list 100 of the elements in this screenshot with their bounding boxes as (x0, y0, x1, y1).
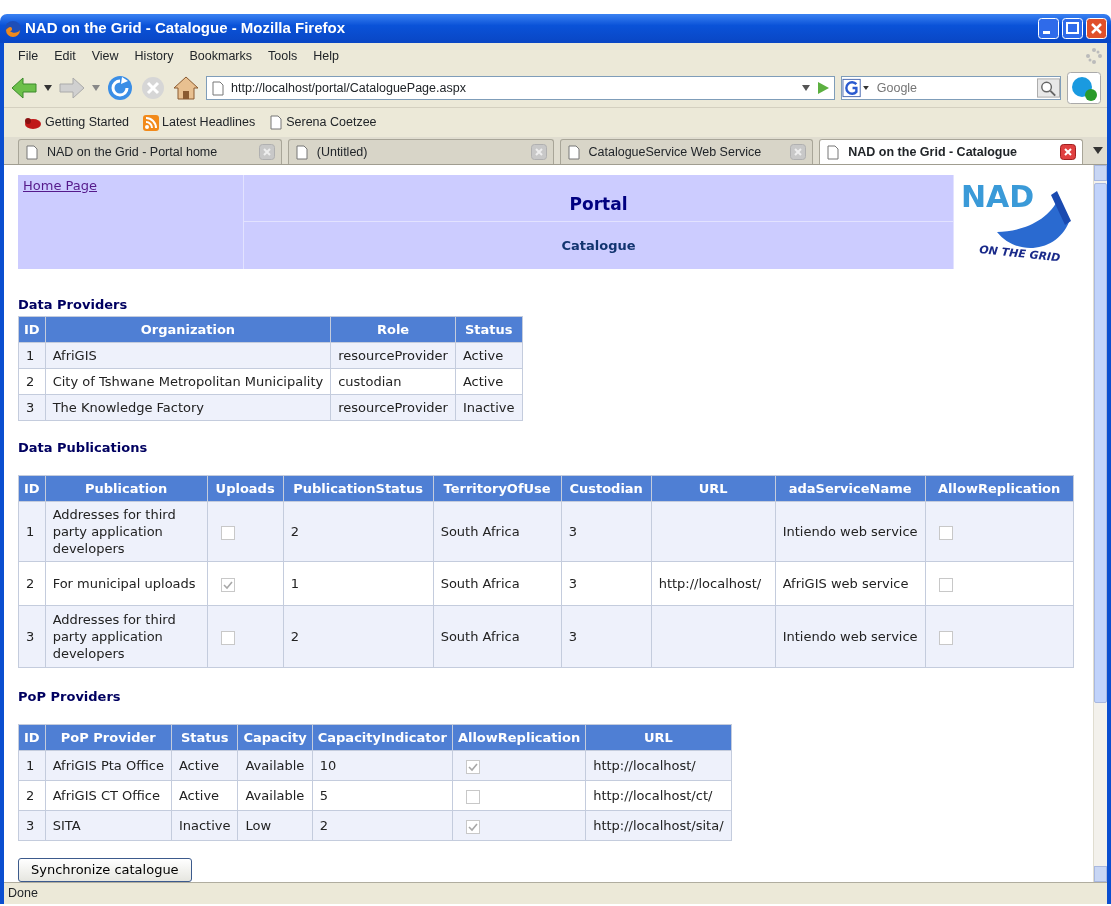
checkbox[interactable] (938, 525, 953, 540)
table-cell: For municipal uploads (45, 561, 208, 606)
checkbox[interactable] (465, 819, 480, 834)
table-cell: 3 (561, 605, 652, 668)
browser-tab[interactable]: NAD on the Grid - Catalogue (819, 139, 1084, 164)
table-cell: resourceProvider (330, 342, 456, 369)
bookmark-link[interactable]: Getting Started (24, 113, 130, 132)
maximize-button[interactable] (1062, 18, 1083, 39)
synchronize-button[interactable]: Synchronize catalogue (18, 858, 192, 882)
checkbox[interactable] (220, 525, 235, 540)
page-icon (294, 144, 309, 160)
menu-item[interactable]: Tools (260, 43, 306, 69)
checkbox[interactable] (465, 759, 480, 774)
table-cell: South Africa (433, 501, 562, 562)
checkbox[interactable] (938, 577, 953, 592)
table-cell: http://localhost/ (585, 750, 732, 781)
page-title: Portal (244, 175, 953, 222)
page-subtitle: Catalogue (560, 236, 637, 255)
table-cell: 3 (561, 501, 652, 562)
menu-item[interactable]: File (10, 43, 47, 69)
bookmark-icon (24, 115, 42, 130)
logo-drawing: NAD ON THE GRID (957, 177, 1077, 267)
window-title: NAD on the Grid - Catalogue - Mozilla Firefox (25, 18, 345, 39)
page-icon (826, 144, 841, 160)
search-engine-icon[interactable] (842, 78, 871, 98)
table-cell: The Knowledge Factory (45, 394, 331, 421)
checkbox[interactable] (465, 789, 480, 804)
menu-item[interactable]: Edit (46, 43, 84, 69)
table-cell: resourceProvider (330, 394, 456, 421)
dropdown-icon[interactable] (44, 85, 52, 91)
checkbox[interactable] (220, 630, 235, 645)
table-cell: SITA (45, 810, 172, 841)
table-cell: AfriGIS Pta Office (45, 750, 172, 781)
table-cell: Available (238, 750, 313, 781)
menu-item[interactable]: View (83, 43, 127, 69)
section-heading: Data Providers (18, 296, 129, 314)
table-cell: Intiendo web service (775, 605, 926, 668)
back-button[interactable] (10, 76, 38, 100)
firefox-icon (4, 19, 22, 38)
table-cell: South Africa (433, 561, 562, 606)
close-button[interactable] (1086, 18, 1107, 39)
table-cell: 1 (18, 501, 46, 562)
checkbox[interactable] (938, 630, 953, 645)
column-header: ID (18, 475, 46, 502)
table-cell: Addresses for third party application developers (45, 605, 208, 668)
table-cell: Active (455, 368, 523, 395)
bookmark-link[interactable]: Serena Coetzee (269, 113, 377, 132)
globe-icon[interactable] (1067, 72, 1101, 104)
column-header: adaServiceName (775, 475, 926, 502)
column-header: Organization (45, 316, 331, 343)
column-header: URL (585, 724, 732, 751)
table-cell: 3 (18, 810, 46, 841)
table-cell: http://localhost/sita/ (585, 810, 732, 841)
column-header: Capacity (238, 724, 313, 751)
table-cell: Inactive (171, 810, 238, 841)
menu-item[interactable]: Help (305, 43, 347, 69)
column-header: Status (171, 724, 238, 751)
table-cell: 2 (18, 368, 46, 395)
tab-list-icon[interactable] (1093, 147, 1103, 155)
scrollbar[interactable] (1093, 165, 1107, 882)
table-cell: 3 (18, 394, 46, 421)
search-box[interactable]: Google (841, 76, 1061, 100)
go-icon[interactable] (816, 81, 830, 95)
column-header: PublicationStatus (283, 475, 434, 502)
home-link[interactable]: Home Page (21, 175, 99, 197)
table-cell: custodian (330, 368, 456, 395)
page-icon (566, 144, 581, 160)
table-cell: AfriGIS CT Office (45, 780, 172, 811)
table-cell: 2 (18, 780, 46, 811)
table-cell: AfriGIS (45, 342, 331, 369)
table-cell: Addresses for third party application developers (45, 501, 208, 562)
column-header: ID (18, 316, 46, 343)
browser-tab[interactable]: (Untitled) (287, 139, 554, 164)
bookmark-link[interactable]: Latest Headlines (143, 113, 256, 132)
table-cell: 2 (18, 561, 46, 606)
address-field[interactable]: http://localhost/portal/CataloguePage.aspx (206, 76, 835, 100)
minimize-button[interactable] (1038, 18, 1059, 39)
browser-tab[interactable]: NAD on the Grid - Portal home (18, 139, 282, 164)
checkbox[interactable] (220, 577, 235, 592)
column-header: PoP Provider (45, 724, 172, 751)
table-cell: 1 (18, 342, 46, 369)
browser-tab[interactable]: CatalogueService Web Service (559, 139, 814, 164)
table-cell: Intiendo web service (775, 501, 926, 562)
page-icon (211, 80, 225, 96)
search-icon[interactable] (1037, 78, 1060, 98)
table-cell: 10 (312, 750, 453, 781)
throbber-icon (1085, 47, 1103, 65)
table-cell: 2 (283, 605, 434, 668)
forward-button[interactable] (58, 76, 86, 100)
table-cell: 3 (561, 561, 652, 606)
menu-item[interactable]: Bookmarks (181, 43, 260, 69)
menu-item[interactable]: History (126, 43, 182, 69)
table-cell: 5 (312, 780, 453, 811)
dropdown-icon[interactable] (802, 85, 810, 91)
reload-button[interactable] (106, 74, 134, 102)
column-header: AllowReplication (452, 724, 586, 751)
section-heading: PoP Providers (18, 688, 122, 706)
close-icon[interactable] (1060, 144, 1077, 160)
home-button[interactable] (172, 75, 200, 101)
stop-button[interactable] (140, 75, 166, 101)
